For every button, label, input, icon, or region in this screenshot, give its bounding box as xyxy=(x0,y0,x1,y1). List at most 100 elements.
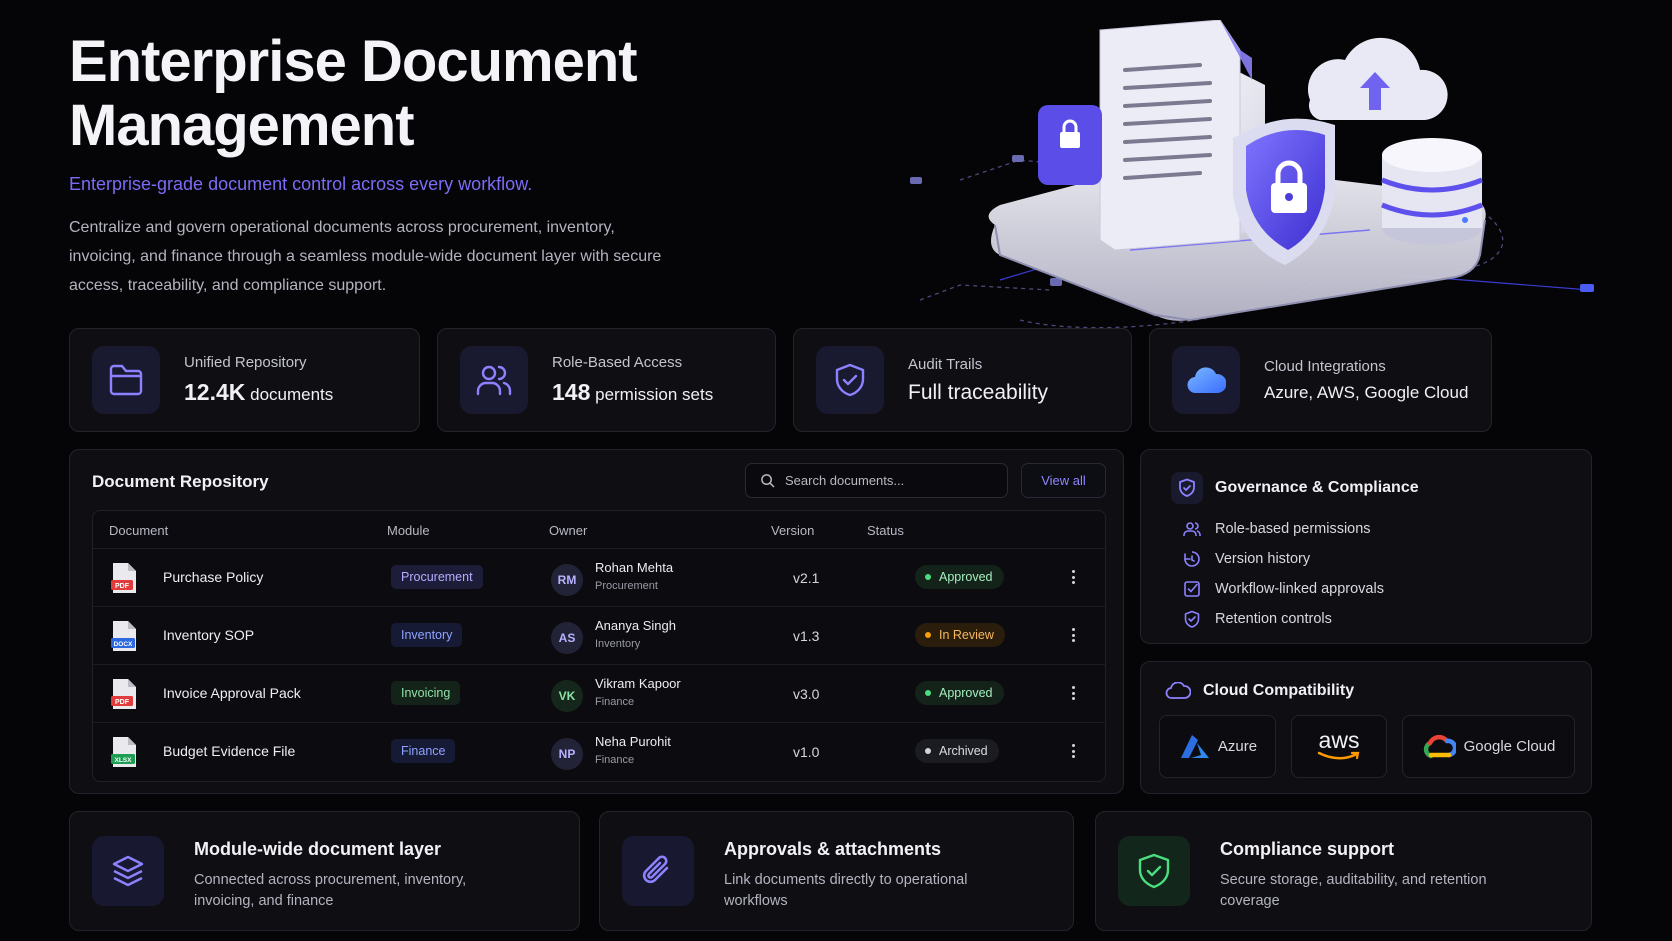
repository-title: Document Repository xyxy=(92,472,269,491)
cloud-icon xyxy=(1172,346,1240,414)
table-header: Document Module Owner Version Status xyxy=(93,511,1105,549)
table-row[interactable]: XLSX Budget Evidence File Finance NP Neh… xyxy=(93,723,1105,781)
table-row[interactable]: PDF Invoice Approval Pack Invoicing VK V… xyxy=(93,665,1105,723)
feature-title: Approvals & attachments xyxy=(724,839,942,859)
stat-value: 148 permission sets xyxy=(552,379,714,405)
avatar: NP xyxy=(551,738,583,770)
feature-description: Connected across procurement, inventory,… xyxy=(194,872,467,909)
document-repository-panel: Document Repository View all Document Mo… xyxy=(69,449,1124,794)
cloud-compatibility-panel: Cloud Compatibility Azure aws Google Clo… xyxy=(1140,661,1592,794)
owner-name: Rohan Mehta xyxy=(595,560,674,575)
shield-check-icon xyxy=(1118,836,1190,906)
docx-file-icon: DOCX xyxy=(111,621,136,651)
stat-value: 12.4K documents xyxy=(184,379,334,405)
file-type-label: PDF xyxy=(115,699,130,706)
status-badge: Approved xyxy=(915,565,1004,589)
owner-name: Neha Purohit xyxy=(595,734,671,749)
hero-subtitle: Enterprise-grade document control across… xyxy=(69,174,533,194)
module-tag: Finance xyxy=(391,739,456,763)
search-input[interactable] xyxy=(785,473,985,488)
avatar: RM xyxy=(551,564,583,596)
column-header-version[interactable]: Version xyxy=(771,523,814,538)
status-badge: Archived xyxy=(915,739,999,763)
governance-item-workflow-approvals: Workflow-linked approvals xyxy=(1183,574,1384,604)
module-tag: Invoicing xyxy=(391,681,461,705)
checkbox-icon xyxy=(1184,581,1200,597)
row-menu-icon[interactable] xyxy=(1067,625,1079,645)
version-value: v3.0 xyxy=(793,686,820,702)
avatar: VK xyxy=(551,680,583,712)
cloud-outline-icon xyxy=(1165,682,1191,699)
file-type-label: PDF xyxy=(115,583,130,590)
stat-card-audit-trails[interactable]: Audit Trails Full traceability xyxy=(793,328,1132,432)
feature-card-module-layer[interactable]: Module-wide document layer Connected acr… xyxy=(69,811,580,931)
xlsx-file-icon: XLSX xyxy=(111,737,136,767)
status-badge: Approved xyxy=(915,681,1004,705)
feature-description: Secure storage, auditability, and retent… xyxy=(1220,872,1487,909)
row-menu-icon[interactable] xyxy=(1067,683,1079,703)
version-value: v1.0 xyxy=(793,744,820,760)
document-name[interactable]: Budget Evidence File xyxy=(163,743,295,759)
users-icon xyxy=(460,346,528,414)
governance-item-role-permissions: Role-based permissions xyxy=(1183,514,1384,544)
stat-card-cloud-integrations[interactable]: Cloud Integrations Azure, AWS, Google Cl… xyxy=(1149,328,1492,432)
file-type-label: DOCX xyxy=(114,641,133,648)
table-row[interactable]: PDF Purchase Policy Procurement RM Rohan… xyxy=(93,549,1105,607)
row-menu-icon[interactable] xyxy=(1067,567,1079,587)
file-type-label: XLSX xyxy=(115,757,133,764)
status-badge: In Review xyxy=(915,623,1005,647)
owner-name: Ananya Singh xyxy=(595,618,676,633)
version-value: v1.3 xyxy=(793,628,820,644)
stat-card-role-based-access[interactable]: Role-Based Access 148 permission sets xyxy=(437,328,776,432)
paperclip-icon xyxy=(622,836,694,906)
governance-compliance-panel: Governance & Compliance Role-based permi… xyxy=(1140,449,1592,644)
document-name[interactable]: Purchase Policy xyxy=(163,569,263,585)
provider-aws[interactable]: aws xyxy=(1291,715,1387,778)
feature-card-compliance[interactable]: Compliance support Secure storage, audit… xyxy=(1095,811,1592,931)
hero-section: Enterprise Document Management Enterprise… xyxy=(69,30,689,300)
governance-item-version-history: Version history xyxy=(1183,544,1384,574)
pdf-file-icon: PDF xyxy=(111,563,136,593)
document-security-illustration-icon xyxy=(910,20,1594,329)
documents-table: Document Module Owner Version Status PDF… xyxy=(92,510,1106,782)
stat-value: Azure, AWS, Google Cloud xyxy=(1264,382,1469,402)
column-header-status[interactable]: Status xyxy=(867,523,904,538)
azure-logo-icon xyxy=(1180,734,1209,758)
column-header-module[interactable]: Module xyxy=(387,523,430,538)
stat-label: Cloud Integrations xyxy=(1264,357,1386,375)
cloud-title: Cloud Compatibility xyxy=(1203,682,1355,699)
avatar: AS xyxy=(551,622,583,654)
pdf-file-icon: PDF xyxy=(111,679,136,709)
stat-card-unified-repository[interactable]: Unified Repository 12.4K documents xyxy=(69,328,420,432)
shield-check-icon xyxy=(1184,610,1200,628)
view-all-button[interactable]: View all xyxy=(1021,463,1106,498)
hero-description: Centralize and govern operational docume… xyxy=(69,219,662,294)
module-tag: Procurement xyxy=(391,565,483,589)
folder-icon xyxy=(92,346,160,414)
table-row[interactable]: DOCX Inventory SOP Inventory AS Ananya S… xyxy=(93,607,1105,665)
stat-value: Full traceability xyxy=(908,380,1049,404)
page-title: Enterprise Document Management xyxy=(69,29,638,158)
feature-title: Module-wide document layer xyxy=(194,839,442,859)
layers-icon xyxy=(92,836,164,906)
shield-icon xyxy=(1171,472,1203,504)
google-cloud-logo-icon xyxy=(1423,734,1456,758)
stat-label: Audit Trails xyxy=(908,355,983,373)
feature-card-approvals[interactable]: Approvals & attachments Link documents d… xyxy=(599,811,1074,931)
provider-google-cloud[interactable]: Google Cloud xyxy=(1402,715,1575,778)
search-box[interactable] xyxy=(745,463,1008,498)
owner-department: Finance xyxy=(595,696,635,708)
owner-name: Vikram Kapoor xyxy=(595,676,681,691)
governance-title: Governance & Compliance xyxy=(1215,479,1419,496)
document-name[interactable]: Invoice Approval Pack xyxy=(163,685,301,701)
governance-item-retention-controls: Retention controls xyxy=(1183,604,1384,634)
column-header-owner[interactable]: Owner xyxy=(549,523,587,538)
users-icon xyxy=(1183,522,1201,536)
provider-azure[interactable]: Azure xyxy=(1159,715,1276,778)
document-name[interactable]: Inventory SOP xyxy=(163,627,254,643)
stat-label: Unified Repository xyxy=(184,354,307,371)
column-header-document[interactable]: Document xyxy=(109,523,168,538)
shield-check-icon xyxy=(816,346,884,414)
row-menu-icon[interactable] xyxy=(1067,741,1079,761)
owner-department: Finance xyxy=(595,754,635,766)
